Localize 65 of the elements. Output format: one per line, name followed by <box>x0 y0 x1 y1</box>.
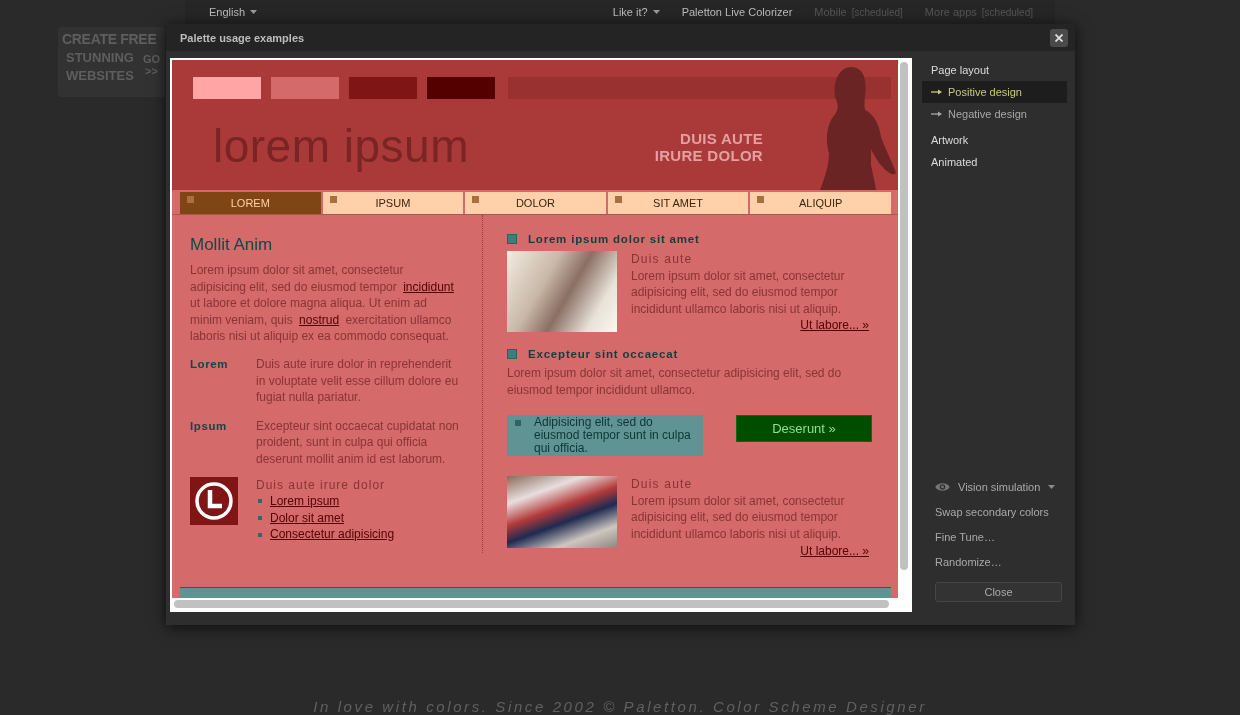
square-icon <box>507 348 517 359</box>
read-more-link[interactable]: Ut labore... » <box>800 317 869 334</box>
dropdown-menu[interactable]: Like it? <box>612 6 660 18</box>
square-icon <box>329 196 337 203</box>
section-heading: Excepteur sint occaecat <box>528 347 679 360</box>
text-link[interactable]: nostrud <box>299 312 340 327</box>
arrow-icon <box>931 89 942 95</box>
square-icon <box>472 196 480 203</box>
action-link[interactable]: Randomize… <box>935 552 1002 572</box>
term-description: Duis aute irure dolor in reprehenderit in voluptate velit esse cillum dolore eu fugiat nulla pariatur. <box>256 355 460 406</box>
eye-icon <box>935 482 950 492</box>
bullet-icon <box>515 420 521 427</box>
scrollbar-thumb[interactable] <box>174 600 889 608</box>
arrow-icon <box>931 111 942 117</box>
body-text: Lorem ipsum dolor sit amet, consectetur adipisicing elit, sed do eiusmod tempor incididunt ullamco laboris nisi ut aliquip. <box>631 267 846 318</box>
list-title: Duis aute irure dolor <box>256 476 387 494</box>
nav-tab[interactable]: DOLOR <box>465 192 606 214</box>
text-link[interactable]: Lorem ipsum <box>270 493 340 510</box>
nav-tab[interactable]: LOREM <box>180 192 321 214</box>
text-link[interactable]: Consectetur adipisicing <box>270 526 395 543</box>
action-link[interactable]: Swap secondary colors <box>935 502 1049 522</box>
nav-tab[interactable]: SIT AMET <box>607 192 749 214</box>
caret-icon <box>1048 485 1056 489</box>
menu-item[interactable]: Page layout <box>922 59 1067 81</box>
caret-icon <box>652 10 660 14</box>
submenu-item[interactable]: Positive design <box>922 81 1067 103</box>
nav-tab[interactable]: IPSUM <box>322 192 464 214</box>
text-link[interactable]: incididunt <box>403 279 454 294</box>
nav-link[interactable]: Paletton Live Colorizer <box>681 6 793 18</box>
menu-item[interactable]: Animated <box>922 151 1067 173</box>
caret-icon <box>250 10 258 14</box>
square-icon <box>757 196 765 203</box>
body-text: Lorem ipsum dolor sit amet, consectetur adipisicing elit, sed do eiusmod tempor incididunt ullamco. <box>507 364 843 399</box>
body-text: Lorem ipsum dolor sit amet, consectetur adipisicing elit, sed do eiusmod tempor incididunt ut labore et dolore magna aliqua. Ut enim ad minim veniam, quis nostrud exercitation ullamco laboris nisi ut aliquip ex ea commodo consequat. <box>190 262 455 345</box>
scrollbar-thumb[interactable] <box>900 62 908 570</box>
read-more-link[interactable]: Ut labore... » <box>800 542 869 560</box>
action-link[interactable]: Fine Tune… <box>935 527 995 547</box>
term-label: Ipsum <box>190 418 228 434</box>
bullet-icon <box>258 499 262 504</box>
dropdown-button[interactable]: Vision simulation <box>935 477 1056 497</box>
nav-tab[interactable]: ALIQUIP <box>750 192 891 214</box>
article-title: Duis aute <box>631 476 694 493</box>
close-button[interactable] <box>1050 28 1068 47</box>
submenu-item[interactable]: Negative design <box>922 103 1067 125</box>
body-text: Lorem ipsum dolor sit amet, consectetur adipisicing elit, sed do eiusmod tempor incididunt ullamco laboris nisi ut aliquip. <box>631 492 846 543</box>
dialog-title: Palette usage examples <box>180 31 305 44</box>
section-heading: Lorem ipsum dolor sit amet <box>528 233 700 245</box>
menu-item[interactable]: Artwork <box>922 129 1067 151</box>
section-heading: Mollit Anim <box>190 235 274 255</box>
bullet-icon <box>258 532 262 537</box>
term-label: Lorem <box>190 356 230 372</box>
tagline: DUIS AUTE IRURE DOLOR <box>654 129 763 164</box>
text-link[interactable]: Dolor sit amet <box>270 509 345 527</box>
term-description: Excepteur sint occaecat cupidatat non proident, sunt in culpa qui officia deserunt mollit anim id est laborum. <box>256 417 460 468</box>
article-title: Duis aute <box>631 251 694 268</box>
clock-icon <box>190 476 238 525</box>
callout-text: Adipisicing elit, sed do eiusmod tempor sunt in culpa qui officia. <box>534 416 692 457</box>
bullet-icon <box>258 516 262 520</box>
close-icon <box>1055 33 1063 42</box>
dialog-close-button[interactable]: Close <box>935 582 1062 602</box>
dropdown-menu[interactable]: English <box>209 6 258 18</box>
action-button[interactable]: Deserunt » <box>736 415 872 443</box>
square-icon <box>187 196 194 203</box>
square-icon <box>614 196 622 203</box>
square-icon <box>507 234 517 244</box>
